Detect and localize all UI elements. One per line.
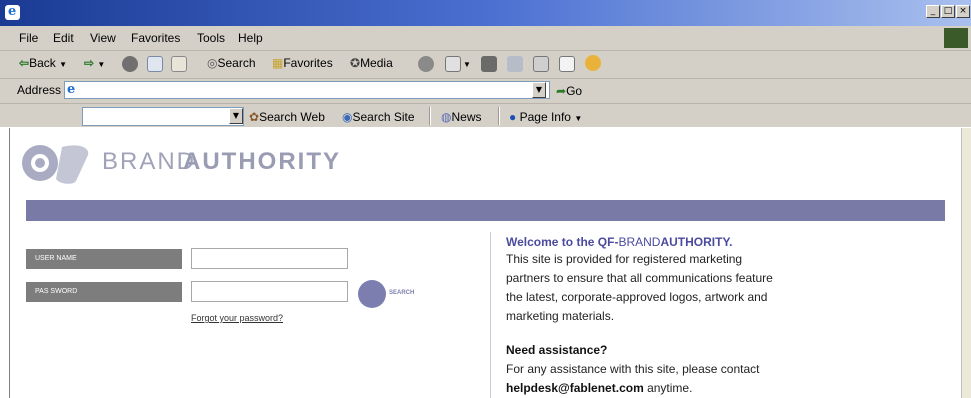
favorites-icon: ▦ <box>272 56 284 70</box>
page-icon: e <box>67 82 76 97</box>
search-site-button[interactable]: ◉Search Site <box>342 110 415 124</box>
minimize-button[interactable]: _ <box>926 5 940 18</box>
discuss-icon[interactable] <box>533 56 549 72</box>
menu-tools[interactable]: Tools <box>197 31 225 45</box>
search-web-button[interactable]: ✿Search Web <box>249 110 325 124</box>
back-button[interactable]: ⇦Back ▼ <box>19 56 67 70</box>
menu-help[interactable]: Help <box>238 31 263 45</box>
windows-flag-icon <box>944 28 968 48</box>
chevron-down-icon[interactable]: ▼ <box>97 60 105 69</box>
logo-text-brand: BRAND <box>102 148 197 175</box>
refresh-icon[interactable] <box>147 56 163 72</box>
ie-app-icon <box>5 4 20 20</box>
go-button[interactable]: ➦Go <box>556 84 582 98</box>
username-label: USER NAME <box>26 249 182 269</box>
helpdesk-email-link[interactable]: helpdesk@fablenet.com <box>506 381 644 395</box>
chevron-down-icon[interactable]: ▼ <box>574 114 582 123</box>
chevron-down-icon[interactable]: ▼ <box>463 60 471 69</box>
search-login-label[interactable]: SEARCH <box>389 290 414 296</box>
welcome-line-4: marketing materials. <box>506 309 615 323</box>
history-icon[interactable] <box>418 56 434 72</box>
welcome-line-1: This site is provided for registered mar… <box>506 252 743 266</box>
menu-file[interactable]: File <box>19 31 38 45</box>
qf-logo-icon <box>22 145 89 184</box>
forward-button[interactable]: ⇨ ▼ <box>84 56 105 70</box>
edit-icon[interactable] <box>507 56 523 72</box>
messenger-icon[interactable] <box>559 56 575 72</box>
search-combo-dropdown[interactable]: ▼ <box>229 108 243 124</box>
home-icon[interactable] <box>171 56 187 72</box>
username-input[interactable] <box>191 248 348 269</box>
close-button[interactable]: × <box>956 5 970 18</box>
logo-text-authority: AUTHORITY <box>183 148 341 175</box>
maximize-button[interactable]: □ <box>941 5 955 18</box>
search-button[interactable]: ◎Search <box>207 56 256 70</box>
go-arrow-icon: ➦ <box>556 84 567 98</box>
menu-favorites[interactable]: Favorites <box>131 31 180 45</box>
welcome-line-2: partners to ensure that all communicatio… <box>506 271 773 285</box>
assist-contact: helpdesk@fablenet.com anytime. <box>506 381 693 395</box>
chevron-down-icon[interactable]: ▼ <box>59 60 67 69</box>
research-icon[interactable] <box>585 55 601 71</box>
vertical-scrollbar[interactable] <box>961 128 971 398</box>
welcome-title: Welcome to the QF-BRANDAUTHORITY. <box>506 235 733 249</box>
title-bar: _ □ × <box>0 0 971 26</box>
forgot-password-link[interactable]: Forgot your password? <box>191 313 283 323</box>
search-login-button[interactable] <box>358 280 386 308</box>
stop-icon[interactable] <box>122 56 138 72</box>
assist-heading: Need assistance? <box>506 343 608 357</box>
menu-edit[interactable]: Edit <box>53 31 74 45</box>
password-input[interactable] <box>191 281 348 302</box>
column-divider <box>490 232 491 398</box>
mail-icon[interactable] <box>445 56 461 72</box>
welcome-line-3: the latest, corporate-approved logos, ar… <box>506 290 768 304</box>
search-combo[interactable] <box>82 107 244 126</box>
address-label: Address <box>17 83 62 97</box>
address-dropdown-button[interactable]: ▼ <box>532 82 546 98</box>
favorites-button[interactable]: ▦Favorites <box>272 56 333 70</box>
search-site-icon: ◉ <box>342 110 353 124</box>
media-button[interactable]: ✪Media <box>350 56 393 70</box>
back-arrow-icon: ⇦ <box>19 56 30 70</box>
toolbar-separator <box>429 107 431 125</box>
menu-view[interactable]: View <box>90 31 116 45</box>
brand-logo: BRAND AUTHORITY <box>20 141 339 185</box>
assist-line: For any assistance with this site, pleas… <box>506 362 760 376</box>
page-info-button[interactable]: ● Page Info ▼ <box>509 110 582 124</box>
password-label: PAS SWORD <box>26 282 182 302</box>
menu-bar: File Edit View Favorites Tools Help <box>0 26 971 51</box>
print-icon[interactable] <box>481 56 497 72</box>
news-button[interactable]: ◍News <box>441 110 482 124</box>
header-band <box>26 200 945 221</box>
address-field[interactable]: e <box>64 81 550 99</box>
toolbar-separator <box>498 107 500 125</box>
news-icon: ◍ <box>441 110 452 124</box>
media-icon: ✪ <box>350 56 361 70</box>
search-web-icon: ✿ <box>249 110 260 124</box>
info-icon: ● <box>509 110 517 124</box>
search-icon: ◎ <box>207 56 218 70</box>
